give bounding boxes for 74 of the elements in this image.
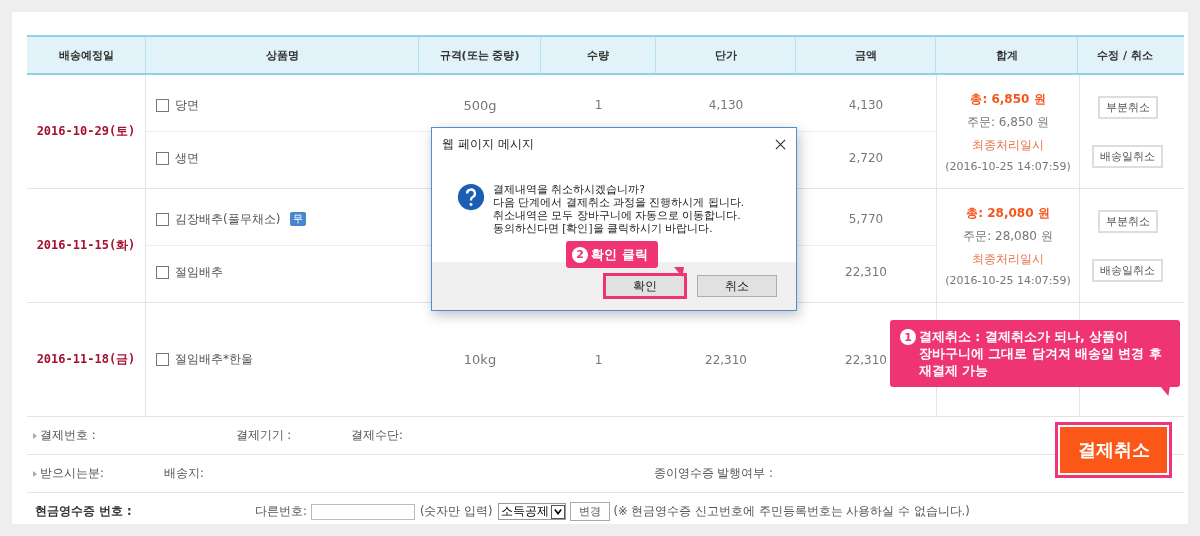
bullet-icon: [33, 470, 37, 477]
dialog-message: 다음 단계에서 결제취소 과정을 진행하시게 됩니다.: [493, 196, 745, 209]
delivery-date: 2016-11-18(금): [36, 351, 136, 368]
quantity: 1: [594, 98, 603, 112]
column-header: 수량: [540, 37, 655, 73]
product-spec: 500g: [463, 97, 497, 113]
info-label: 결제기기 :: [235, 428, 292, 443]
checkbox[interactable]: [156, 353, 169, 366]
bullet-icon: [33, 432, 37, 439]
product-spec: 10kg: [463, 352, 497, 367]
cancel-option-button[interactable]: 부분취소: [1097, 209, 1158, 233]
cancel-option-button[interactable]: 배송일취소: [1092, 144, 1163, 168]
callout-text: 확인 클릭: [591, 245, 648, 264]
order-amount: 주문: 28,080 원: [963, 227, 1053, 245]
dialog-title: 웹 페이지 메시지: [442, 136, 534, 153]
info-label: 배송지:: [163, 466, 204, 481]
step-number-badge: 2: [572, 246, 588, 263]
product-badge: 무: [290, 212, 307, 226]
info-label: 결제번호 :: [40, 428, 96, 443]
close-icon[interactable]: [775, 139, 786, 150]
checkbox[interactable]: [156, 151, 169, 165]
dialog-message: 취소내역은 모두 장바구니에 자동으로 이동합니다.: [493, 209, 742, 222]
unit-price: 4,130: [708, 98, 744, 112]
column-header: 합계: [935, 37, 1077, 73]
product-name: 당면: [175, 96, 199, 114]
processed-time: (2016-10-25 14:07:59): [945, 159, 1071, 173]
processed-time: (2016-10-25 14:07:59): [945, 273, 1071, 287]
checkbox[interactable]: [156, 265, 169, 279]
notice-text: (※ 현금영수증 신고번호에 주민등록번호는 사용하실 수 없습니다.): [613, 504, 970, 519]
cash-receipt-label: 현금영수증 번호 :: [35, 504, 133, 519]
amount: 2,720: [848, 151, 884, 165]
total-amount: 총: 28,080 원: [966, 204, 1050, 222]
input-hint: (숫자만 입력): [419, 504, 493, 519]
product-name: 절임배추: [175, 263, 223, 281]
deduction-select[interactable]: 소득공제: [497, 503, 566, 520]
info-label: 종이영수증 발행여부 :: [653, 466, 773, 481]
column-header: 상품명: [145, 37, 418, 73]
column-header: 단가: [655, 37, 795, 73]
step-number-badge: 1: [900, 329, 916, 345]
change-button[interactable]: 변경: [569, 502, 610, 521]
amount: 22,310: [845, 352, 887, 367]
processed-label: 최종처리일시: [972, 136, 1044, 154]
total-amount: 총: 6,850 원: [970, 90, 1046, 108]
cancel-option-button[interactable]: 부분취소: [1097, 95, 1158, 119]
column-header: 수정 / 취소: [1077, 37, 1172, 73]
delivery-date: 2016-11-15(화): [36, 237, 136, 254]
amount: 4,130: [848, 98, 884, 112]
product-name: 김장배추(풀무채소): [175, 210, 281, 228]
order-amount: 주문: 6,850 원: [967, 113, 1049, 131]
column-header: 규격(또는 중량): [418, 37, 540, 73]
other-number-label: 다른번호:: [255, 504, 307, 519]
cancel-option-button[interactable]: 배송일취소: [1092, 258, 1163, 282]
dialog-button[interactable]: 확인: [603, 273, 687, 299]
checkbox[interactable]: [156, 212, 169, 226]
callout-text: 결제취소 : 결제취소가 되나, 상품이 장바구니에 그대로 담겨져 배송일 변경 후 재결제 가능: [919, 328, 1163, 379]
info-label: 받으시는분:: [40, 466, 104, 481]
column-header: 금액: [795, 37, 935, 73]
info-label: 결제수단:: [351, 428, 403, 443]
checkbox[interactable]: [156, 98, 169, 112]
product-name: 생면: [175, 149, 199, 167]
product-name: 절임배추*한울: [175, 351, 253, 368]
dialog-message: 결제내역을 취소하시겠습니까?: [493, 183, 646, 196]
amount: 22,310: [845, 265, 887, 279]
quantity: 1: [594, 352, 603, 367]
dialog-message: 동의하신다면 [확인]을 클릭하시기 바랍니다.: [493, 222, 714, 235]
column-header: 배송예정일: [57, 47, 115, 64]
delivery-date: 2016-10-29(토): [36, 123, 136, 140]
question-icon: [457, 183, 485, 211]
unit-price: 22,310: [705, 352, 747, 367]
dialog-button[interactable]: 취소: [697, 275, 777, 297]
callout-tail: [674, 267, 684, 277]
number-input-field[interactable]: [310, 503, 415, 520]
processed-label: 최종처리일시: [972, 250, 1044, 268]
amount: 5,770: [848, 212, 884, 226]
